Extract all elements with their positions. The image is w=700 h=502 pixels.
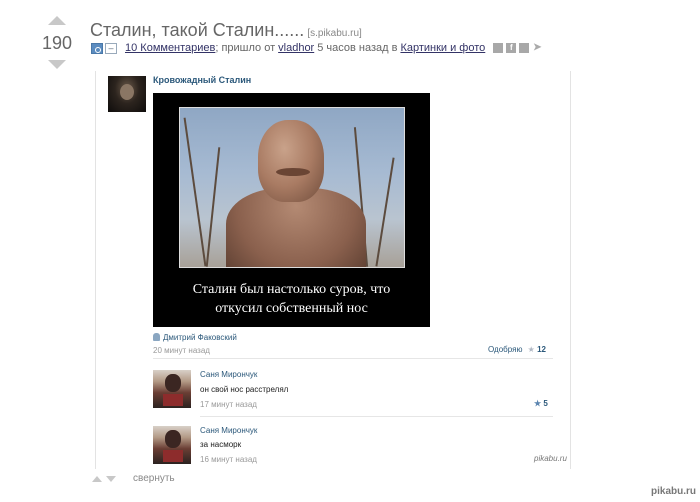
group-avatar xyxy=(108,76,146,112)
vote-widget: 190 xyxy=(40,16,74,69)
poster-author: Дмитрий Факовский xyxy=(153,333,237,342)
poster-caption-line1: Сталин был настолько суров, что xyxy=(192,282,391,297)
approve-count: 12 xyxy=(537,345,546,354)
collapse-toggle-button[interactable]: – xyxy=(105,42,117,54)
post-source[interactable]: [s.pikabu.ru] xyxy=(307,28,361,39)
comment-author: Саня Мирончук xyxy=(200,426,258,435)
post-author-link[interactable]: vladhor xyxy=(278,42,314,54)
facebook-icon[interactable]: f xyxy=(506,43,517,53)
approve-widget: Одобряю ★ 12 xyxy=(488,345,546,354)
twitter-icon[interactable]: ➤ xyxy=(532,43,542,53)
post-title-row: Сталин, такой Сталин...... [s.pikabu.ru] xyxy=(90,20,362,41)
vk-icon[interactable] xyxy=(519,43,530,53)
star-icon: ★ xyxy=(527,345,535,354)
comments-link[interactable]: 10 Комментариев xyxy=(125,42,215,54)
image-toggle-icon[interactable] xyxy=(91,42,103,54)
came-from-label: пришло от xyxy=(221,42,276,54)
footer-upvote-icon[interactable] xyxy=(92,476,102,482)
divider xyxy=(153,358,553,359)
site-watermark: pikabu.ru xyxy=(651,486,697,497)
comment-text: он свой нос расстрелял xyxy=(200,385,289,394)
meta-separator: ; xyxy=(215,42,219,54)
post-time: 5 часов назад в xyxy=(317,42,398,54)
comment-like-count: 5 xyxy=(543,399,548,408)
approve-label: Одобряю xyxy=(488,345,523,354)
comment-avatar xyxy=(153,370,191,408)
comment-avatar xyxy=(153,426,191,464)
post-meta: – 10 Комментариев; пришло от vladhor 5 ч… xyxy=(91,41,542,55)
share-icons: f ➤ xyxy=(493,43,542,53)
comment-time: 17 минут назад xyxy=(200,400,257,409)
image-watermark: pikabu.ru xyxy=(534,454,567,463)
poster-caption-line2: откусил собственный нос xyxy=(215,301,368,316)
poster-caption: Сталин был настолько суров, что откусил … xyxy=(153,280,430,318)
comment-likes: ★ 5 xyxy=(534,399,548,408)
comment-time: 16 минут назад xyxy=(200,455,257,464)
upvote-arrow-icon[interactable] xyxy=(48,16,66,25)
vk-post-time: 20 минут назад xyxy=(153,346,210,355)
star-icon: ★ xyxy=(534,399,542,408)
poster-author-name: Дмитрий Факовский xyxy=(163,333,237,342)
divider xyxy=(200,416,553,417)
save-icon[interactable] xyxy=(493,43,504,53)
group-name: Кровожадный Сталин xyxy=(153,75,252,85)
score-value: 190 xyxy=(41,33,73,53)
post-title[interactable]: Сталин, такой Сталин...... xyxy=(90,20,304,40)
demotivator-poster: Сталин был настолько суров, что откусил … xyxy=(153,93,430,327)
comment-author: Саня Мирончук xyxy=(200,370,258,379)
downvote-arrow-icon[interactable] xyxy=(48,60,66,69)
comment-text: за насморк xyxy=(200,440,242,449)
footer-vote-arrows xyxy=(92,475,116,482)
statue-photo xyxy=(179,107,405,268)
footer-downvote-icon[interactable] xyxy=(106,476,116,482)
person-icon xyxy=(153,333,160,341)
collapse-link[interactable]: свернуть xyxy=(133,473,175,484)
category-link[interactable]: Картинки и фото xyxy=(400,42,485,54)
